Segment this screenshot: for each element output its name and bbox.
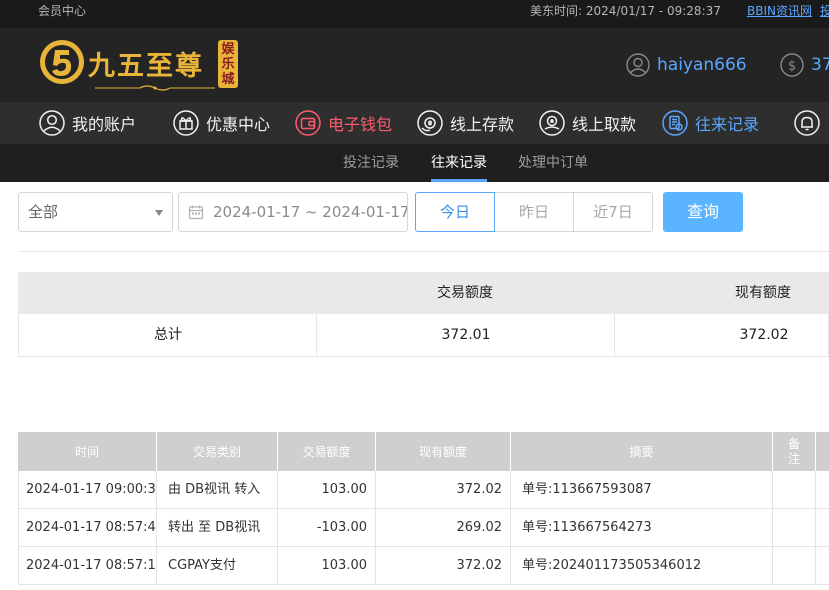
user-avatar-icon	[626, 53, 650, 77]
nav-label: 电子钱包	[328, 115, 393, 134]
cell-note	[773, 471, 816, 509]
cell-summary: 单号:202401173505346012	[511, 547, 773, 585]
username[interactable]: haiyan666	[657, 55, 747, 75]
tab-bet-records[interactable]: 投注记录	[343, 144, 399, 182]
cell-time: 2024-01-17 09:00:31	[19, 471, 157, 509]
nav-label: 我的账户	[72, 115, 137, 134]
summary-header: 交易额度 现有额度	[18, 272, 829, 314]
range-today-button[interactable]: 今日	[415, 192, 495, 232]
header-note: 备注	[773, 432, 816, 471]
seal-char: 娱	[221, 42, 235, 57]
wallet-icon	[295, 110, 321, 136]
seal-char: 城	[221, 72, 235, 87]
table-row: 2024-01-17 08:57:44 转出 至 DB视讯 -103.00 26…	[18, 509, 829, 547]
site-header: 九五至尊 娱 乐 城 haiyan666 $ 372.02	[0, 28, 829, 102]
summary-total-amount: 372.01	[441, 327, 491, 343]
sub-nav: 投注记录 往来记录 处理中订单	[0, 144, 829, 182]
nav-online-withdraw[interactable]: 线上取款	[539, 102, 636, 144]
bell-icon	[794, 110, 820, 136]
top-bar: 会员中心 美东时间: 2024/01/17 - 09:28:37 BBIN资讯网…	[0, 0, 829, 28]
date-range-input[interactable]: 2024-01-17 ~ 2024-01-17	[178, 192, 408, 232]
divider	[18, 251, 829, 252]
balance-dollar-icon: $	[780, 53, 804, 77]
select-value: 全部	[28, 203, 59, 221]
header-summary: 摘要	[511, 432, 773, 471]
summary-header-balance: 现有额度	[735, 285, 791, 301]
cell-summary: 单号:113667564273	[511, 509, 773, 547]
nav-online-deposit[interactable]: 线上存款	[417, 102, 514, 144]
table-row: 2024-01-17 08:57:19 CGPAY支付 103.00 372.0…	[18, 547, 829, 585]
logo-flourish-icon	[95, 85, 215, 91]
header-type: 交易类别	[157, 432, 278, 471]
nav-label: 优惠中心	[206, 115, 271, 134]
logo-seal: 娱 乐 城	[218, 40, 238, 88]
header-time: 时间	[18, 432, 157, 471]
range-yesterday-button[interactable]: 昨日	[494, 192, 574, 232]
cell-note	[773, 547, 816, 585]
nav-e-wallet[interactable]: 电子钱包	[295, 102, 392, 144]
transaction-type-select[interactable]: 全部	[18, 192, 173, 232]
withdraw-icon	[539, 110, 565, 136]
header-balance: 现有额度	[376, 432, 511, 471]
seal-char: 乐	[221, 57, 235, 72]
cell-amount: 103.00	[278, 547, 376, 585]
deposit-icon	[417, 110, 443, 136]
calendar-icon	[188, 205, 204, 220]
nav-notifications[interactable]	[794, 102, 827, 144]
cell-type: 由 DB视讯 转入	[157, 471, 278, 509]
logo-text: 九五至尊	[88, 51, 204, 82]
table-row: 2024-01-17 09:00:31 由 DB视讯 转入 103.00 372…	[18, 471, 829, 509]
user-circle-icon	[39, 110, 65, 136]
betting-link[interactable]: 投	[820, 2, 829, 19]
nav-my-account[interactable]: 我的账户	[39, 102, 136, 144]
cell-note	[773, 509, 816, 547]
tab-pending-orders[interactable]: 处理中订单	[518, 144, 588, 182]
svg-text:$: $	[788, 59, 796, 74]
query-button[interactable]: 查询	[663, 192, 743, 232]
cell-amount: 103.00	[278, 471, 376, 509]
nav-transaction-records[interactable]: 往来记录	[662, 102, 759, 144]
nav-label: 线上存款	[450, 115, 515, 134]
gift-icon	[173, 110, 199, 136]
cell-type: CGPAY支付	[157, 547, 278, 585]
cell-balance: 269.02	[376, 509, 511, 547]
bbin-news-link[interactable]: BBIN资讯网	[747, 2, 812, 19]
nav-label: 往来记录	[695, 115, 760, 134]
summary-total-balance: 372.02	[739, 327, 789, 343]
cell-summary: 单号:113667593087	[511, 471, 773, 509]
records-table-header: 时间 交易类别 交易额度 现有额度 摘要 备注	[18, 432, 829, 471]
record-icon	[662, 110, 688, 136]
main-nav: 我的账户 优惠中心 电子钱包 线上存款 线上取款 往来记录	[0, 102, 829, 144]
summary-total-label: 总计	[154, 327, 182, 343]
member-center-link[interactable]: 会员中心	[38, 2, 86, 19]
cell-time: 2024-01-17 08:57:19	[19, 547, 157, 585]
summary-total-row: 总计 372.01 372.02	[18, 314, 829, 357]
tab-transaction-records[interactable]: 往来记录	[431, 144, 487, 182]
cell-amount: -103.00	[278, 509, 376, 547]
account-balance: 372.02	[811, 55, 829, 75]
nav-label: 线上取款	[572, 115, 637, 134]
summary-header-amount: 交易额度	[437, 285, 493, 301]
page: 会员中心 美东时间: 2024/01/17 - 09:28:37 BBIN资讯网…	[0, 0, 829, 590]
date-range-value: 2024-01-17 ~ 2024-01-17	[213, 203, 408, 221]
range-last-7-days-button[interactable]: 近7日	[573, 192, 653, 232]
nav-promotions[interactable]: 优惠中心	[173, 102, 270, 144]
eastern-time-clock: 美东时间: 2024/01/17 - 09:28:37	[530, 4, 721, 18]
caret-down-icon	[155, 210, 163, 216]
cell-balance: 372.02	[376, 547, 511, 585]
header-amount: 交易额度	[278, 432, 376, 471]
cell-time: 2024-01-17 08:57:44	[19, 509, 157, 547]
logo-mark-icon[interactable]	[38, 38, 86, 86]
cell-balance: 372.02	[376, 471, 511, 509]
cell-type: 转出 至 DB视讯	[157, 509, 278, 547]
